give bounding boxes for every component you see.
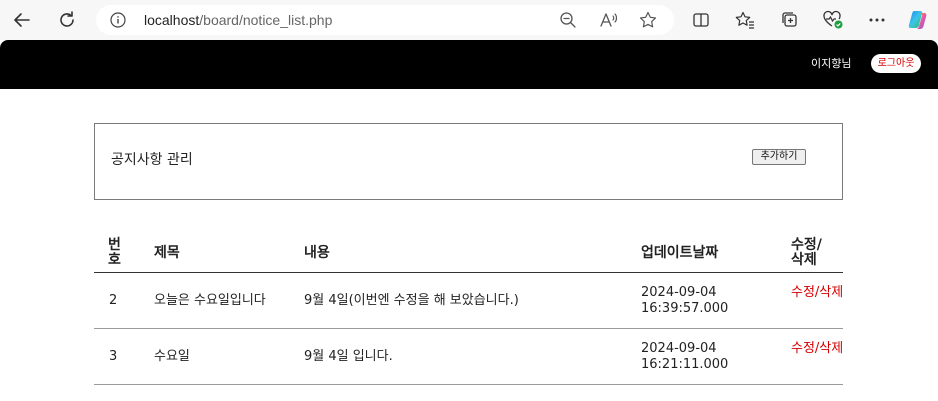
collections-icon xyxy=(782,12,797,27)
row-number: 2 xyxy=(109,293,118,308)
url-text[interactable]: localhost/board/notice_list.php xyxy=(144,12,332,28)
back-button[interactable] xyxy=(9,7,35,33)
column-header-title: 제목 xyxy=(154,245,180,261)
more-icon xyxy=(869,18,885,22)
favorite-button[interactable] xyxy=(638,10,658,30)
row-time: 16:21:11.000 xyxy=(641,357,729,372)
edit-delete-link[interactable]: 수정/삭제 xyxy=(791,285,847,300)
admin-title: 공지사항 관리 xyxy=(111,152,193,168)
column-header-number: 번호 xyxy=(108,237,121,268)
favorites-button[interactable] xyxy=(733,8,757,32)
row-content: 9월 4일(이번엔 수정을 해 보았습니다.) xyxy=(304,293,519,308)
split-screen-icon xyxy=(693,13,709,27)
more-button[interactable] xyxy=(865,8,889,32)
collections-button[interactable] xyxy=(778,8,802,32)
row-date: 2024-09-04 xyxy=(641,285,717,300)
refresh-icon xyxy=(60,11,74,27)
column-header-updated: 업데이트날짜 xyxy=(641,245,719,261)
copilot-button[interactable] xyxy=(906,8,930,32)
browser-toolbar: localhost/board/notice_list.php xyxy=(0,0,938,40)
browser-essentials-button[interactable] xyxy=(821,8,845,32)
read-aloud-button[interactable] xyxy=(599,10,619,30)
url-host: localhost xyxy=(144,12,200,28)
url-path: /board/notice_list.php xyxy=(199,12,333,28)
info-icon xyxy=(110,12,126,28)
user-name: 이지향님 xyxy=(811,57,852,70)
address-bar[interactable]: localhost/board/notice_list.php xyxy=(96,5,674,35)
table-row: 2 오늘은 수요일입니다 9월 4일(이번엔 수정을 해 보았습니다.) 202… xyxy=(94,273,843,329)
row-title: 오늘은 수요일입니다 xyxy=(154,293,266,308)
back-icon xyxy=(14,13,30,27)
edit-delete-link[interactable]: 수정/삭제 xyxy=(791,341,847,356)
column-header-edit-delete: 수정/삭제 xyxy=(791,237,822,268)
row-number: 3 xyxy=(109,349,118,364)
refresh-button[interactable] xyxy=(54,7,80,33)
zoom-out-button[interactable] xyxy=(558,10,578,30)
table-row: 3 수요일 9월 4일 입니다. 2024-09-04 16:21:11.000… xyxy=(94,329,843,385)
logout-button[interactable]: 로그아웃 xyxy=(871,54,921,73)
column-header-content: 내용 xyxy=(304,245,330,261)
row-title: 수요일 xyxy=(154,349,190,364)
row-time: 16:39:57.000 xyxy=(641,301,729,316)
row-content: 9월 4일 입니다. xyxy=(304,349,393,364)
read-aloud-icon xyxy=(600,13,618,27)
row-date: 2024-09-04 xyxy=(641,341,717,356)
copilot-icon xyxy=(908,11,927,29)
favorites-icon xyxy=(735,11,754,29)
favorite-star-icon xyxy=(639,11,657,28)
site-info-button[interactable] xyxy=(110,12,126,28)
site-header: 이지향님 로그아웃 xyxy=(0,40,938,89)
notice-admin-box: 공지사항 관리 추가하기 xyxy=(94,123,843,200)
split-screen-button[interactable] xyxy=(689,8,713,32)
browser-essentials-icon xyxy=(823,10,843,29)
zoom-out-icon xyxy=(560,12,576,28)
add-button[interactable]: 추가하기 xyxy=(752,149,806,165)
